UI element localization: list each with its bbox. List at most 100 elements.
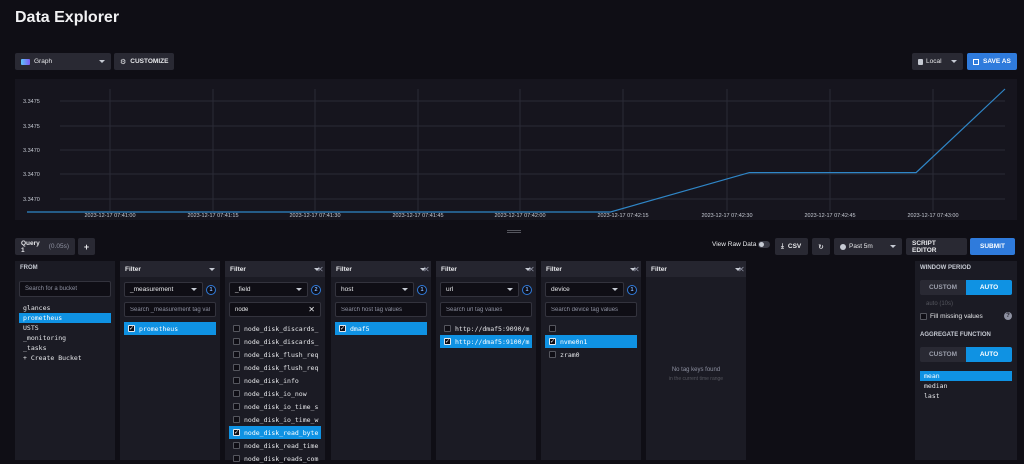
filter-panel: Filter host 1 Search host tag values ✓ dmaf5 (331, 261, 431, 460)
filter-value-item[interactable]: ✓ node_disk_read_byte (229, 426, 321, 439)
filter-value-item[interactable]: node_disk_read_time (229, 439, 321, 452)
filter-value-item[interactable]: node_disk_discards_ (229, 322, 321, 335)
checkbox-icon (233, 442, 240, 449)
x-tick-label: 2023-12-17 07:42:30 (701, 213, 752, 219)
filter-value-item[interactable]: ✓ dmaf5 (335, 322, 427, 335)
clear-search-icon[interactable]: ✕ (308, 305, 315, 314)
y-tick-label: 3.3470 (23, 148, 40, 154)
filter-value-item[interactable]: ✓ http://dmaf5:9100/m (440, 335, 532, 348)
chevron-down-icon (951, 60, 957, 63)
view-raw-data-toggle[interactable] (758, 241, 770, 248)
aggregate-function-list: mean median last (920, 371, 1012, 401)
line-chart: 3.3475 3.3475 3.3470 3.3470 3.3470 2023-12-17… (15, 79, 1017, 220)
bucket-item[interactable]: + Create Bucket (19, 353, 111, 363)
filter-value-item[interactable]: zram0 (545, 348, 637, 361)
tab-query-1[interactable]: Query 1 (0.05s) (15, 238, 75, 255)
bucket-search-input[interactable]: Search for a bucket (19, 281, 111, 297)
filter-key-dropdown[interactable]: _measurement (124, 282, 203, 297)
help-icon[interactable]: ? (1004, 312, 1012, 320)
filter-search-input[interactable]: Search host tag values (335, 302, 427, 317)
filter-value-label: prometheus (139, 324, 179, 333)
filter-header-label: Filter (546, 265, 562, 273)
filter-value-label: node_disk_io_time_w (244, 415, 319, 424)
remove-filter-icon[interactable]: ✕ (528, 265, 535, 274)
y-tick-label: 3.3470 (23, 197, 40, 203)
checkbox-icon: ✓ (549, 338, 556, 345)
filter-value-item[interactable]: node_disk_discards_ (229, 335, 321, 348)
filter-value-label: node_disk_read_byte (244, 428, 319, 437)
filter-value-item[interactable]: ✓ prometheus (124, 322, 216, 335)
filter-panel: Filter device 1 Search device tag values ✓ nv… (541, 261, 641, 460)
aggregate-function-item[interactable]: last (920, 391, 1012, 401)
chevron-down-icon[interactable] (209, 267, 215, 271)
refresh-icon: ↻ (818, 242, 824, 251)
time-range-dropdown[interactable]: Past 5m (834, 238, 902, 255)
remove-filter-icon[interactable]: ✕ (423, 265, 430, 274)
fill-missing-checkbox[interactable] (920, 312, 927, 320)
filter-search-text: Search device tag values (551, 306, 619, 313)
aggregate-function-item[interactable]: median (920, 381, 1012, 391)
download-icon: ⤓ (781, 242, 784, 250)
aggregate-toggle: CUSTOM AUTO (920, 347, 1012, 362)
filter-value-item[interactable]: node_disk_flush_req (229, 361, 321, 374)
filter-search-input[interactable]: node ✕ (229, 302, 321, 317)
x-tick-label: 2023-12-17 07:41:00 (84, 213, 135, 219)
resize-handle[interactable] (507, 230, 521, 233)
window-auto-button[interactable]: AUTO (966, 280, 1012, 295)
aggregate-auto-button[interactable]: AUTO (966, 347, 1012, 362)
window-custom-button[interactable]: CUSTOM (920, 280, 966, 295)
graph-type-dropdown[interactable]: Graph (15, 53, 111, 70)
submit-button[interactable]: SUBMIT (970, 238, 1015, 255)
chevron-down-icon (612, 288, 618, 291)
filter-key-dropdown[interactable]: device (545, 282, 624, 297)
filter-key-dropdown[interactable]: url (440, 282, 519, 297)
filter-value-item[interactable]: node_disk_io_time_w (229, 413, 321, 426)
bucket-item[interactable]: _monitoring (19, 333, 111, 343)
filter-header: Filter (646, 261, 746, 277)
filter-value-label: node_disk_discards_ (244, 337, 319, 346)
filter-value-item[interactable]: node_disk_info (229, 374, 321, 387)
refresh-button[interactable]: ↻ (812, 238, 830, 255)
filter-search-input[interactable]: Search device tag values (545, 302, 637, 317)
filter-key-dropdown[interactable]: _field (229, 282, 308, 297)
x-tick-label: 2023-12-17 07:42:15 (597, 213, 648, 219)
customize-button[interactable]: ⚙ CUSTOMIZE (114, 53, 174, 70)
export-icon (973, 58, 979, 65)
filter-value-item[interactable]: ✓ nvme0n1 (545, 335, 637, 348)
checkbox-icon (233, 390, 240, 397)
filter-key-dropdown[interactable]: host (335, 282, 414, 297)
save-as-button[interactable]: SAVE AS (967, 53, 1017, 70)
filter-value-item[interactable]: node_disk_io_now (229, 387, 321, 400)
filter-search-input[interactable]: Search _measurement tag values (124, 302, 216, 317)
filter-value-item[interactable]: node_disk_reads_com (229, 452, 321, 464)
filter-value-item[interactable] (545, 322, 637, 335)
remove-filter-icon[interactable]: ✕ (738, 265, 745, 274)
selected-count-badge: 1 (206, 284, 216, 295)
window-panel: WINDOW PERIOD CUSTOM AUTO auto (10s) Fil… (915, 261, 1017, 460)
timezone-dropdown[interactable]: Local (912, 53, 963, 70)
csv-button[interactable]: ⤓ CSV (775, 238, 808, 255)
remove-filter-icon[interactable]: ✕ (317, 265, 324, 274)
filter-search-input[interactable]: Search url tag values (440, 302, 532, 317)
add-query-button[interactable]: + (78, 238, 95, 255)
bucket-item[interactable]: USTS (19, 323, 111, 333)
empty-title: No tag keys found (671, 367, 721, 373)
timezone-label: Local (926, 58, 942, 65)
filter-value-label: nvme0n1 (560, 337, 588, 346)
filter-value-item[interactable]: http://dmaf5:9090/m (440, 322, 532, 335)
remove-filter-icon[interactable]: ✕ (633, 265, 640, 274)
script-editor-button[interactable]: SCRIPT EDITOR (906, 238, 967, 255)
filter-value-label: http://dmaf5:9100/m (455, 337, 530, 346)
aggregate-function-item[interactable]: mean (920, 371, 1012, 381)
filter-value-item[interactable]: node_disk_flush_req (229, 348, 321, 361)
bucket-list: glances prometheus USTS _monitoring _tasks + … (15, 303, 115, 363)
filter-header-label: Filter (441, 265, 457, 273)
filter-value-label: dmaf5 (350, 324, 370, 333)
bucket-item[interactable]: _tasks (19, 343, 111, 353)
aggregate-custom-button[interactable]: CUSTOM (920, 347, 966, 362)
filter-key-label: _field (235, 286, 251, 293)
bucket-item[interactable]: prometheus (19, 313, 111, 323)
filter-value-item[interactable]: node_disk_io_time_s (229, 400, 321, 413)
filter-header: Filter (331, 261, 431, 277)
bucket-item[interactable]: glances (19, 303, 111, 313)
